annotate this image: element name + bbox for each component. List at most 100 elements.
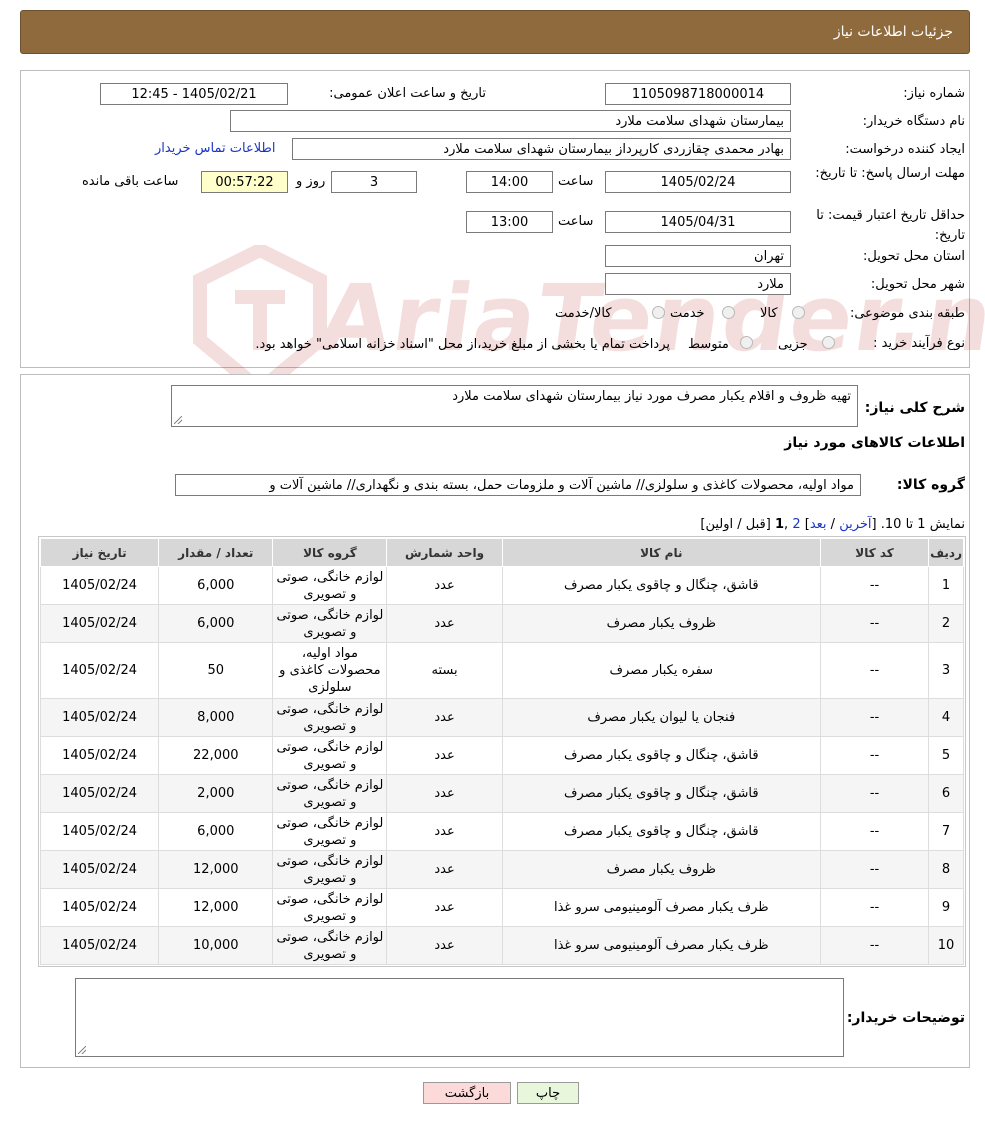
category-option-goods: کالا <box>760 306 778 321</box>
page-header: جزئیات اطلاعات نیاز <box>20 10 970 54</box>
col-header-row-number: ردیف <box>928 538 964 567</box>
cell-code: -- <box>819 774 930 813</box>
province-field: تهران <box>605 245 791 267</box>
process-radio-minor[interactable] <box>822 336 835 349</box>
process-option-minor: جزیی <box>778 337 808 352</box>
cell-row-number: 2 <box>928 604 964 643</box>
cell-row-number: 1 <box>928 566 964 605</box>
col-header-name: نام کالا <box>501 538 821 567</box>
time-remaining-field: 00:57:22 <box>201 171 288 193</box>
cell-group: لوازم خانگی، صوتی و تصویری <box>272 850 388 889</box>
table-row: 3 -- سفره یکبار مصرف بسته مواد اولیه، محصولا… <box>39 642 964 699</box>
cell-row-number: 6 <box>928 774 964 813</box>
cell-unit: عدد <box>386 774 503 813</box>
cell-row-number: 5 <box>928 736 964 775</box>
table-row: 10 -- ظرف یکبار مصرف آلومینیومی سرو غذا عدد… <box>39 926 964 965</box>
cell-code: -- <box>819 850 930 889</box>
summary-label: شرح کلی نیاز: <box>864 400 965 416</box>
cell-unit: عدد <box>386 926 503 965</box>
pagination-page-2[interactable]: 2 <box>792 517 800 532</box>
table-row: 1 -- قاشق، چنگال و چاقوی یکبار مصرف عدد لواز… <box>39 566 964 605</box>
table-row: 2 -- ظروف یکبار مصرف عدد لوازم خانگی، صوتی و… <box>39 604 964 643</box>
cell-group: لوازم خانگی، صوتی و تصویری <box>272 812 388 851</box>
category-radio-goods-service[interactable] <box>652 306 665 319</box>
buyer-org-field: بیمارستان شهدای سلامت ملارد <box>230 110 791 132</box>
pagination-showing: نمایش 1 تا 10. <box>880 517 965 532</box>
time-remaining-label: ساعت باقی مانده <box>82 174 179 189</box>
cell-unit: عدد <box>386 736 503 775</box>
back-button[interactable]: بازگشت <box>423 1082 511 1104</box>
goods-group-field: مواد اولیه، محصولات کاغذی و سلولزی// ماش… <box>175 474 861 496</box>
summary-text: تهیه ظروف و اقلام یکبار مصرف مورد نیاز ب… <box>452 389 851 404</box>
resize-grip-icon <box>174 416 182 424</box>
cell-group: لوازم خانگی، صوتی و تصویری <box>272 888 388 927</box>
category-option-goods-service: کالا/خدمت <box>555 306 612 321</box>
summary-textarea[interactable]: تهیه ظروف و اقلام یکبار مصرف مورد نیاز ب… <box>171 385 858 427</box>
cell-name: ظروف یکبار مصرف <box>501 850 821 889</box>
cell-date: 1405/02/24 <box>39 850 160 889</box>
cell-group: لوازم خانگی، صوتی و تصویری <box>272 926 388 965</box>
cell-name: ظروف یکبار مصرف <box>501 604 821 643</box>
pagination-last-link[interactable]: آخرین <box>839 517 871 532</box>
cell-row-number: 9 <box>928 888 964 927</box>
page-title: جزئیات اطلاعات نیاز <box>833 24 953 40</box>
col-header-group: گروه کالا <box>272 538 388 567</box>
col-header-quantity: تعداد / مقدار <box>158 538 274 567</box>
cell-date: 1405/02/24 <box>39 698 160 737</box>
print-button[interactable]: چاپ <box>517 1082 579 1104</box>
need-number-label: شماره نیاز: <box>903 86 965 101</box>
cell-unit: بسته <box>386 642 503 699</box>
col-header-code: کد کالا <box>819 538 930 567</box>
pagination-separator: / <box>830 517 836 532</box>
cell-quantity: 6,000 <box>158 604 274 643</box>
pagination-current-page: 1 <box>774 517 785 532</box>
category-radio-service[interactable] <box>722 306 735 319</box>
cell-date: 1405/02/24 <box>39 566 160 605</box>
cell-row-number: 8 <box>928 850 964 889</box>
pagination: نمایش 1 تا 10. [آخرین / بعد] 2 ,1 [قبل /… <box>700 517 965 532</box>
cell-date: 1405/02/24 <box>39 604 160 643</box>
cell-code: -- <box>819 698 930 737</box>
cell-date: 1405/02/24 <box>39 812 160 851</box>
items-table: ردیف کد کالا نام کالا واحد شمارش گروه کا… <box>39 538 964 965</box>
goods-group-label: گروه کالا: <box>896 477 965 493</box>
deadline-time-label: ساعت <box>558 174 594 189</box>
price-validity-date-field: 1405/04/31 <box>605 211 791 233</box>
cell-date: 1405/02/24 <box>39 888 160 927</box>
pagination-comma: , <box>784 517 789 532</box>
cell-unit: عدد <box>386 812 503 851</box>
cell-name: ظرف یکبار مصرف آلومینیومی سرو غذا <box>501 888 821 927</box>
city-label: شهر محل تحویل: <box>870 277 965 292</box>
cell-group: لوازم خانگی، صوتی و تصویری <box>272 736 388 775</box>
items-table-wrapper: ردیف کد کالا نام کالا واحد شمارش گروه کا… <box>38 536 966 967</box>
cell-group: مواد اولیه، محصولات کاغذی و سلولزی <box>272 642 388 699</box>
cell-group: لوازم خانگی، صوتی و تصویری <box>272 604 388 643</box>
category-option-service: خدمت <box>670 306 705 321</box>
cell-name: فنجان یا لیوان یکبار مصرف <box>501 698 821 737</box>
price-validity-label: حداقل تاریخ اعتبار قیمت: تا تاریخ: <box>816 208 965 243</box>
category-radio-goods[interactable] <box>792 306 805 319</box>
price-validity-time-label: ساعت <box>558 214 594 229</box>
table-row: 8 -- ظروف یکبار مصرف عدد لوازم خانگی، صوتی و… <box>39 850 964 889</box>
days-remaining-field: 3 <box>331 171 417 193</box>
cell-quantity: 10,000 <box>158 926 274 965</box>
cell-name: قاشق، چنگال و چاقوی یکبار مصرف <box>501 566 821 605</box>
cell-unit: عدد <box>386 698 503 737</box>
table-row: 7 -- قاشق، چنگال و چاقوی یکبار مصرف عدد لواز… <box>39 812 964 851</box>
process-label: نوع فرآیند خرید : <box>873 336 965 351</box>
cell-quantity: 12,000 <box>158 888 274 927</box>
cell-unit: عدد <box>386 888 503 927</box>
process-radio-medium[interactable] <box>740 336 753 349</box>
cell-code: -- <box>819 812 930 851</box>
cell-code: -- <box>819 604 930 643</box>
pagination-next-link[interactable]: بعد <box>810 517 827 532</box>
buyer-notes-textarea[interactable] <box>75 978 844 1057</box>
col-header-date: تاریخ نیاز <box>39 538 160 567</box>
cell-code: -- <box>819 736 930 775</box>
cell-code: -- <box>819 926 930 965</box>
items-table-body: 1 -- قاشق، چنگال و چاقوی یکبار مصرف عدد لواز… <box>39 566 964 965</box>
process-note: پرداخت تمام یا بخشی از مبلغ خرید،از محل … <box>255 337 670 352</box>
buyer-contact-link[interactable]: اطلاعات تماس خریدار <box>155 141 275 156</box>
goods-section-title: اطلاعات کالاهای مورد نیاز <box>784 435 965 451</box>
cell-date: 1405/02/24 <box>39 926 160 965</box>
